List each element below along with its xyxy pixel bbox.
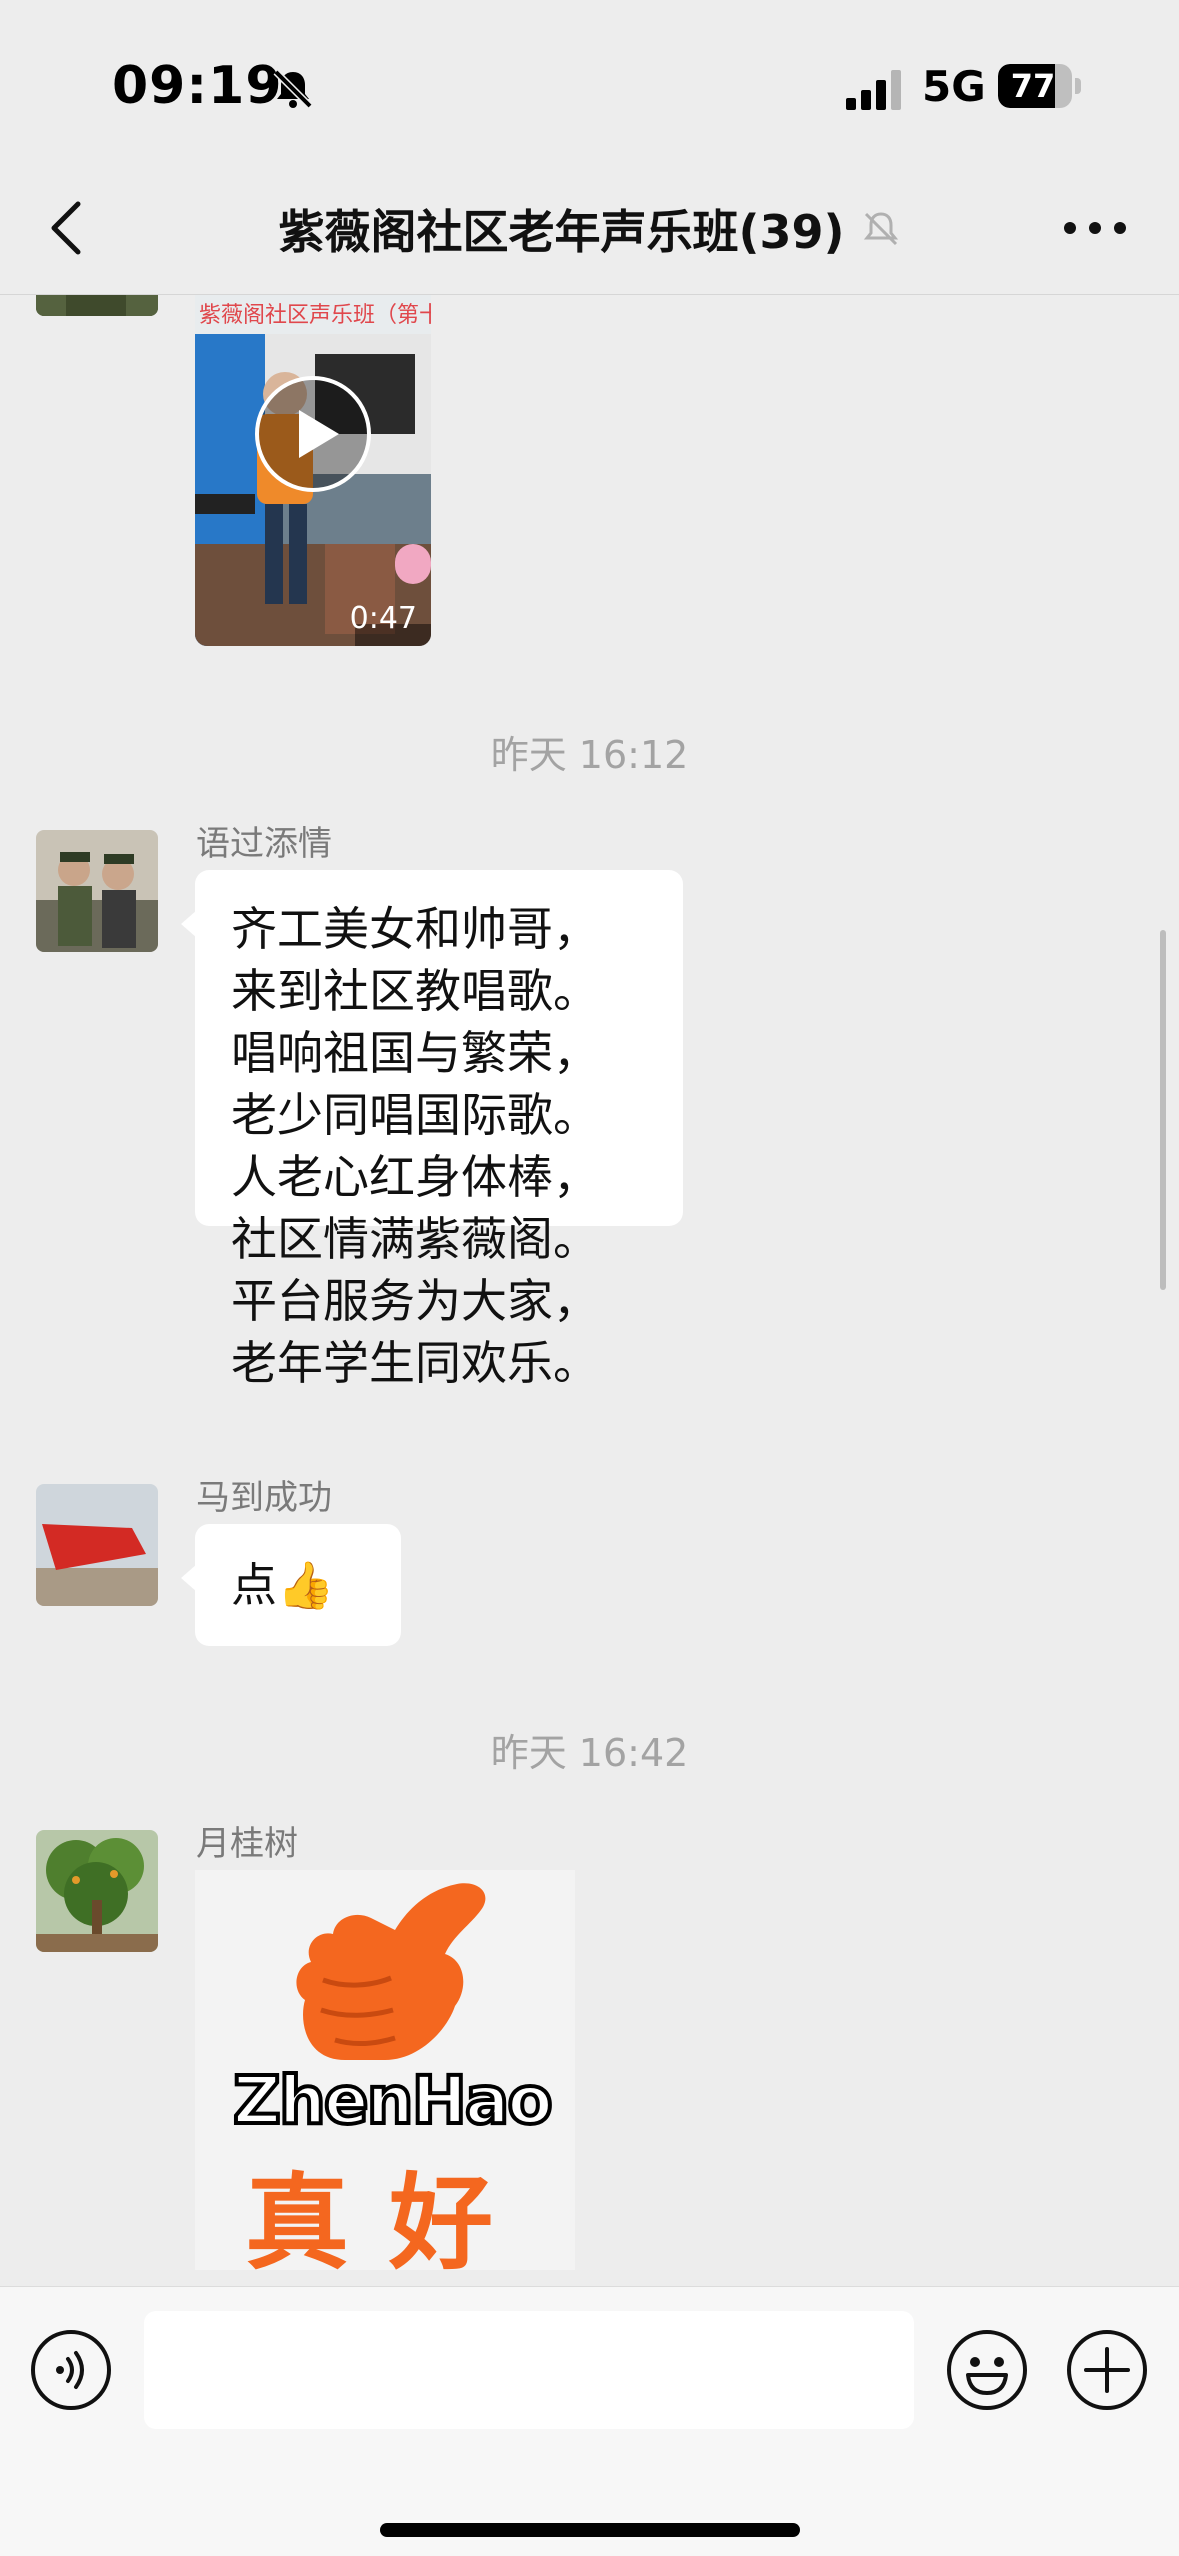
signal-icon [846, 70, 901, 110]
avatar[interactable] [36, 294, 158, 316]
video-banner-text: 紫薇阁社区声乐班（第十 [199, 303, 431, 328]
message-bubble[interactable]: 齐工美女和帅哥， 来到社区教唱歌。 唱响祖国与繁荣， 老少同唱国际歌。 人老心红… [181, 870, 683, 1390]
timestamp: 昨天 16:42 [490, 1731, 689, 1775]
play-icon[interactable] [253, 374, 373, 494]
scroll-indicator [1160, 930, 1166, 1290]
timestamp: 昨天 16:12 [490, 733, 689, 777]
sticker-message[interactable]: ZhenHao 真好 [195, 1870, 575, 2270]
sender-name: 语过添情 [196, 824, 332, 864]
chat-area[interactable]: 紫薇阁社区声乐班（第十 0:47 昨天 16:12 语过添情 齐工美女和帅哥， … [0, 294, 1179, 2286]
bell-muted-icon [273, 69, 313, 109]
message-line: 唱响祖国与繁荣， [231, 1026, 599, 1080]
sender-name: 月桂树 [196, 1824, 298, 1864]
input-bar [0, 2286, 1179, 2556]
emoji-icon[interactable] [946, 2329, 1028, 2411]
more-icon[interactable] [1060, 216, 1130, 240]
status-time: 09:19 [112, 56, 283, 116]
chat-screen: 09:19 5G 77 紫薇阁社区老年声乐班(39) 紫薇阁社区声乐班（第十 0… [0, 0, 1179, 2556]
avatar[interactable] [36, 1830, 158, 1952]
avatar[interactable] [36, 830, 158, 952]
message-line: 老少同唱国际歌。 [231, 1088, 599, 1142]
chat-title: 紫薇阁社区老年声乐班(39) [278, 205, 845, 259]
message-line: 来到社区教唱歌。 [231, 964, 599, 1018]
battery-percent: 77 [1010, 67, 1056, 105]
sticker-chinese-text: 真好 [245, 2162, 534, 2270]
network-label: 5G [922, 62, 986, 111]
message-line: 平台服务为大家， [231, 1274, 599, 1328]
sticker-word: ZhenHao [231, 2060, 555, 2141]
muted-bell-icon [863, 212, 898, 246]
message-line: 人老心红身体棒， [231, 1150, 599, 1204]
message-line: 老年学生同欢乐。 [231, 1336, 599, 1390]
voice-icon[interactable] [30, 2329, 112, 2411]
chat-title-bar: 紫薇阁社区老年声乐班(39) [0, 196, 1179, 262]
status-bar: 09:19 5G 77 [0, 0, 1179, 160]
plus-icon[interactable] [1066, 2329, 1148, 2411]
video-message[interactable]: 紫薇阁社区声乐班（第十 0:47 [195, 294, 431, 646]
nav-bar: 紫薇阁社区老年声乐班(39) [0, 160, 1179, 295]
message-line: 社区情满紫薇阁。 [231, 1212, 599, 1266]
battery-icon: 77 [998, 64, 1082, 108]
home-indicator [380, 2523, 800, 2537]
message-input[interactable] [144, 2311, 914, 2429]
thumbs-up-graphic [296, 1883, 486, 2060]
message-line: 齐工美女和帅哥， [231, 902, 599, 956]
message-bubble[interactable]: 点👍 [181, 1524, 401, 1646]
sender-name: 马到成功 [196, 1478, 332, 1518]
avatar[interactable] [36, 1484, 158, 1606]
video-duration: 0:47 [349, 601, 417, 636]
